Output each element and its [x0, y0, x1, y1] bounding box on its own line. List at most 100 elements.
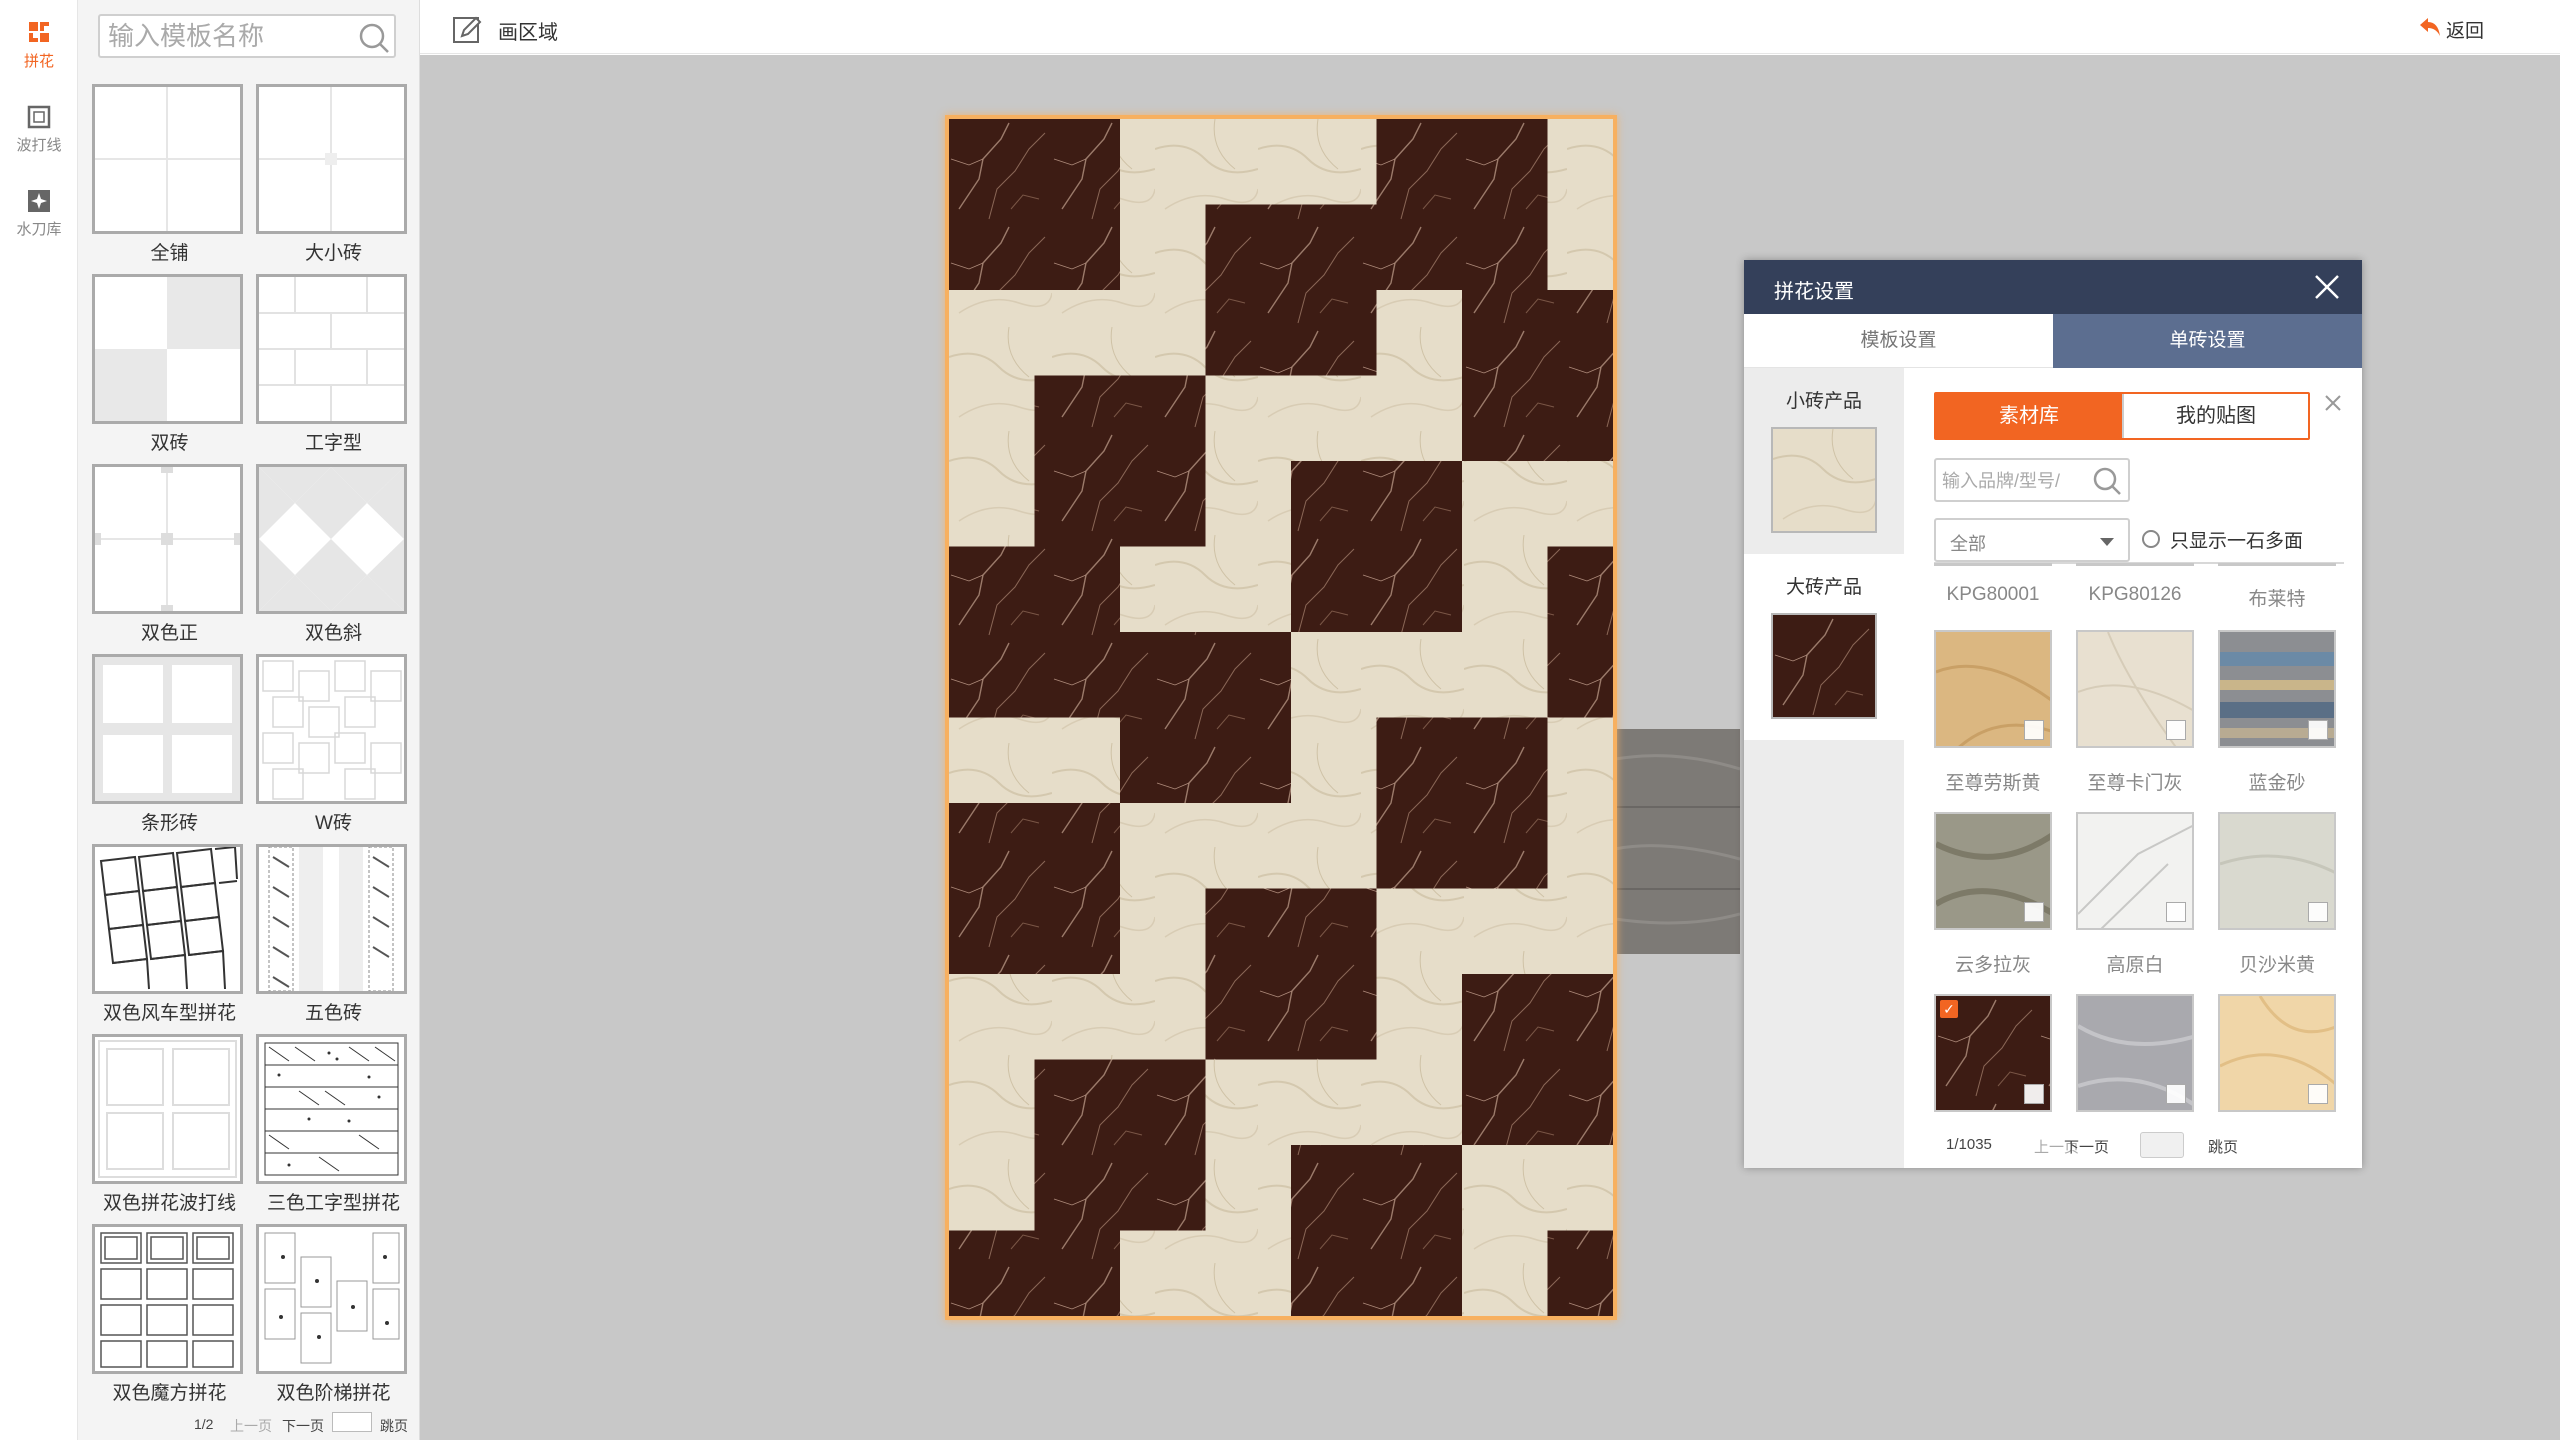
dark-marble-tile	[1205, 888, 1377, 1060]
template-big-small[interactable]: 大小砖	[256, 84, 411, 264]
jump-page-button[interactable]: 跳页	[2208, 1136, 2238, 1157]
edit-icon	[453, 16, 482, 43]
checkmark-icon: ✓	[1940, 1000, 1958, 1018]
category-selected-value: 全部	[1950, 534, 1986, 554]
dark-marble-tile	[1376, 717, 1548, 889]
download-icon[interactable]	[2308, 720, 2328, 740]
two-color-diagonal-icon	[259, 467, 404, 611]
material-tile[interactable]	[2218, 994, 2336, 1112]
border-line-icon	[27, 105, 51, 129]
jump-page-button[interactable]: 跳页	[380, 1416, 408, 1436]
template-pinwheel[interactable]: 双色风车型拼花	[92, 844, 247, 1024]
template-thumbnail	[256, 1224, 407, 1374]
download-icon[interactable]	[2308, 902, 2328, 922]
sidebar-item-border-line[interactable]: 波打线	[0, 104, 78, 155]
download-icon[interactable]	[2024, 902, 2044, 922]
material-tile[interactable]	[2076, 994, 2194, 1112]
template-two-color-straight[interactable]: 双色正	[92, 464, 247, 644]
template-search-input[interactable]	[108, 20, 348, 52]
template-label: 大小砖	[304, 243, 362, 264]
template-i-shape[interactable]: 工字型	[256, 274, 411, 454]
close-library-icon[interactable]	[2322, 392, 2344, 414]
page-indicator: 1/2	[194, 1416, 214, 1432]
template-thumbnail	[92, 1224, 243, 1374]
template-thumbnail	[256, 844, 407, 994]
floor-preview-strip	[1614, 729, 1741, 954]
three-color-i-icon	[259, 1037, 404, 1181]
template-w[interactable]: W砖	[256, 654, 411, 834]
brand-search-input[interactable]	[1942, 468, 2092, 494]
download-icon[interactable]	[2024, 720, 2044, 740]
material-tile[interactable]	[2076, 812, 2194, 930]
material-tile[interactable]	[2218, 812, 2336, 930]
material-tile[interactable]	[1934, 812, 2052, 930]
tab-my-textures[interactable]: 我的贴图	[2122, 394, 2308, 438]
small-tile-product[interactable]: 小砖产品	[1744, 368, 1904, 554]
template-label: 双色拼花波打线	[102, 1193, 236, 1214]
sidebar-item-label: 水刀库	[16, 221, 62, 238]
download-icon[interactable]	[2166, 1084, 2186, 1104]
two-color-straight-icon	[95, 467, 240, 611]
next-page-link[interactable]: 下一页	[282, 1416, 324, 1436]
large-product-label: 大砖产品	[1785, 577, 1862, 598]
dialog-header: 拼花设置	[1744, 260, 2362, 314]
template-label: 双色斜	[304, 623, 362, 644]
template-three-color-i[interactable]: 三色工字型拼花	[256, 1034, 411, 1214]
material-tile-top-partial	[2218, 563, 2336, 566]
sidebar-item-parquet[interactable]: 拼花	[0, 18, 78, 71]
parquet-settings-dialog: 拼花设置 模板设置 单砖设置 小砖产品 大砖产品 素材库 我的贴图 全部 只显示	[1744, 260, 2362, 1168]
sidebar-item-waterjet[interactable]: 水刀库	[0, 188, 78, 239]
library-tabs: 素材库 我的贴图	[1934, 392, 2310, 440]
search-icon[interactable]	[358, 22, 390, 54]
template-strip[interactable]: 条形砖	[92, 654, 247, 834]
download-icon[interactable]	[2024, 1084, 2044, 1104]
template-panel: 全铺 大小砖 双砖 工字型	[78, 0, 420, 1440]
template-double[interactable]: 双砖	[92, 274, 247, 454]
template-magic-cube[interactable]: 双色魔方拼花	[92, 1224, 247, 1404]
template-thumbnail	[256, 84, 407, 234]
strip-pattern-icon	[95, 657, 240, 801]
material-tile[interactable]	[1934, 630, 2052, 748]
template-label: 双色风车型拼花	[102, 1003, 236, 1024]
large-tile-product[interactable]: 大砖产品	[1744, 554, 1904, 740]
page-jump-input[interactable]	[2140, 1132, 2184, 1158]
search-icon[interactable]	[2092, 466, 2122, 496]
template-thumbnail	[92, 844, 243, 994]
tab-single-tile-settings[interactable]: 单砖设置	[2053, 314, 2362, 368]
draw-area-label: 画区域	[498, 22, 558, 44]
template-two-color-border[interactable]: 双色拼花波打线	[92, 1034, 247, 1214]
radio-button[interactable]	[2142, 530, 2160, 548]
template-label: 五色砖	[304, 1003, 362, 1024]
template-pager: 1/2 上一页 下一页 跳页	[78, 1410, 420, 1436]
material-tile[interactable]	[2218, 630, 2336, 748]
dark-marble-tile	[1291, 1145, 1462, 1316]
download-icon[interactable]	[2166, 720, 2186, 740]
template-five-color[interactable]: 五色砖	[256, 844, 411, 1024]
template-two-color-diagonal[interactable]: 双色斜	[256, 464, 411, 644]
dark-marble-tile	[1034, 1059, 1206, 1231]
tile-pattern	[949, 119, 1613, 1316]
next-page-link[interactable]: 下一页	[2064, 1136, 2109, 1157]
download-icon[interactable]	[2166, 902, 2186, 922]
tile-design-area[interactable]	[945, 115, 1617, 1320]
pinwheel-pattern-icon	[99, 847, 238, 990]
tab-template-settings[interactable]: 模板设置	[1744, 314, 2053, 368]
page-jump-input[interactable]	[332, 1412, 372, 1432]
close-icon[interactable]	[2312, 272, 2342, 302]
tab-material-library[interactable]: 素材库	[1936, 394, 2122, 438]
template-full[interactable]: 全铺	[92, 84, 247, 264]
category-dropdown[interactable]: 全部	[1934, 518, 2130, 562]
dark-marble-tile	[949, 803, 1120, 974]
back-arrow-icon	[2420, 18, 2440, 36]
material-tile-selected[interactable]: ✓	[1934, 994, 2052, 1112]
template-thumbnail	[92, 84, 243, 234]
template-label: 双色魔方拼花	[112, 1383, 227, 1404]
material-tile[interactable]	[2076, 630, 2194, 748]
template-label: 全铺	[150, 243, 189, 264]
download-icon[interactable]	[2308, 1084, 2328, 1104]
two-color-border-icon	[98, 1040, 237, 1178]
template-thumbnail	[256, 274, 407, 424]
prev-page-link[interactable]: 上一页	[230, 1416, 272, 1436]
template-staircase[interactable]: 双色阶梯拼花	[256, 1224, 411, 1404]
w-pattern-icon	[262, 660, 402, 800]
